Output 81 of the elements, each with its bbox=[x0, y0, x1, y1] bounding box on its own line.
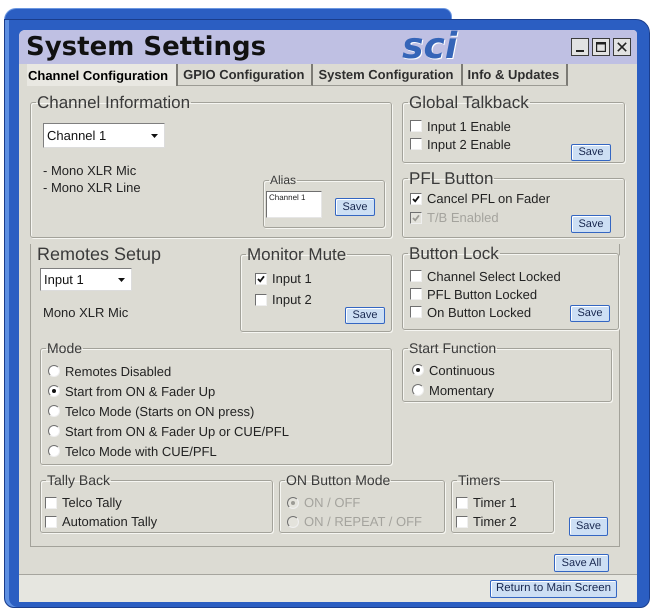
detail-text: - Mono XLR Mic bbox=[43, 162, 138, 179]
group-title: Remotes Setup bbox=[37, 245, 162, 263]
close-icon bbox=[617, 42, 627, 52]
checkbox[interactable] bbox=[45, 516, 57, 528]
radio-label: Continuous bbox=[429, 364, 495, 376]
group-title: Channel Information bbox=[36, 94, 192, 111]
radio-button[interactable] bbox=[48, 425, 60, 437]
checkbox-label: Input 1 bbox=[272, 272, 312, 285]
group-title: ON Button Mode bbox=[285, 473, 392, 487]
radio-label: Telco Mode (Starts on ON press) bbox=[65, 404, 254, 418]
detail-text: - Mono XLR Line bbox=[43, 179, 141, 196]
group-title: Mode bbox=[46, 341, 84, 355]
input-select[interactable]: Input 1 bbox=[40, 268, 132, 291]
radio-label: Remotes Disabled bbox=[65, 364, 172, 378]
radio-button[interactable] bbox=[48, 365, 60, 377]
checkbox[interactable] bbox=[456, 516, 468, 528]
checkbox-label: Channel Select Locked bbox=[427, 270, 561, 282]
checkbox[interactable] bbox=[45, 496, 57, 508]
checkbox[interactable] bbox=[255, 272, 267, 284]
close-button[interactable] bbox=[613, 38, 631, 56]
save-button[interactable]: Save bbox=[571, 144, 611, 161]
checkbox-label: Input 1 Enable bbox=[427, 120, 511, 132]
alias-field[interactable]: Channel 1 bbox=[266, 191, 322, 218]
checkbox-label: PFL Button Locked bbox=[427, 288, 538, 300]
save-button[interactable]: Save bbox=[345, 307, 385, 324]
radio-label: ON / OFF bbox=[304, 496, 360, 509]
radio-button[interactable] bbox=[412, 384, 424, 396]
radio-label: Start from ON & Fader Up bbox=[65, 384, 216, 398]
radio-label: Start from ON & Fader Up or CUE/PFL bbox=[65, 424, 289, 438]
radio-label: Telco Mode with CUE/PFL bbox=[65, 444, 217, 458]
radio-label: ON / REPEAT / OFF bbox=[304, 515, 422, 528]
checkbox[interactable] bbox=[410, 120, 422, 132]
dropdown-arrow-icon bbox=[151, 134, 158, 138]
checkbox-label: Input 2 bbox=[272, 293, 312, 306]
radio-button[interactable] bbox=[48, 405, 60, 417]
checkbox[interactable] bbox=[410, 270, 422, 282]
group-title: PFL Button bbox=[408, 170, 494, 187]
logo: sci bbox=[402, 30, 458, 65]
group-title: Start Function bbox=[408, 341, 498, 355]
save-button[interactable]: Save bbox=[570, 305, 610, 322]
checkbox-label: On Button Locked bbox=[427, 306, 532, 318]
radio-button[interactable] bbox=[412, 364, 424, 376]
group-title: Button Lock bbox=[408, 245, 500, 262]
save-all-button[interactable]: Save All bbox=[554, 554, 609, 572]
group-title: Monitor Mute bbox=[246, 246, 348, 263]
checkbox[interactable] bbox=[410, 288, 422, 300]
checkbox[interactable] bbox=[410, 306, 422, 318]
save-button[interactable]: Save bbox=[335, 198, 375, 216]
tab[interactable]: System Configuration bbox=[313, 64, 463, 86]
checkbox-label: Input 2 Enable bbox=[427, 138, 511, 150]
dropdown-arrow-icon bbox=[118, 278, 125, 282]
radio-button[interactable] bbox=[48, 445, 60, 457]
tab[interactable]: Info & Updates bbox=[462, 64, 568, 86]
maximize-icon bbox=[596, 42, 606, 52]
checkbox-label: Automation Tally bbox=[62, 515, 158, 528]
checkbox[interactable] bbox=[410, 192, 422, 204]
checkbox-label: T/B Enabled bbox=[427, 211, 499, 224]
minimize-icon bbox=[576, 50, 584, 52]
radio-label: Momentary bbox=[429, 384, 494, 396]
checkbox[interactable] bbox=[456, 496, 468, 508]
tab[interactable]: GPIO Configuration bbox=[178, 64, 314, 86]
checkbox[interactable] bbox=[255, 294, 267, 306]
return-button[interactable]: Return to Main Screen bbox=[490, 580, 617, 598]
group-title: Global Talkback bbox=[408, 94, 530, 111]
radio-button[interactable] bbox=[48, 385, 60, 397]
group-title: Alias bbox=[269, 174, 298, 186]
window-title: System Settings bbox=[26, 34, 266, 60]
channel-select[interactable]: Channel 1 bbox=[43, 123, 165, 148]
group-title: Timers bbox=[457, 473, 502, 487]
description-text: Mono XLR Mic bbox=[43, 305, 128, 320]
tab[interactable]: Channel Configuration bbox=[27, 64, 178, 86]
checkbox-label: Timer 1 bbox=[473, 496, 517, 509]
minimize-button[interactable] bbox=[571, 38, 589, 56]
maximize-button[interactable] bbox=[592, 38, 610, 56]
checkbox-label: Cancel PFL on Fader bbox=[427, 192, 550, 205]
checkbox-label: Timer 2 bbox=[473, 515, 517, 528]
checkbox[interactable] bbox=[410, 138, 422, 150]
checkbox-label: Telco Tally bbox=[62, 496, 122, 509]
save-button[interactable]: Save bbox=[569, 517, 608, 536]
group-title: Tally Back bbox=[46, 473, 112, 487]
save-button[interactable]: Save bbox=[571, 215, 611, 233]
